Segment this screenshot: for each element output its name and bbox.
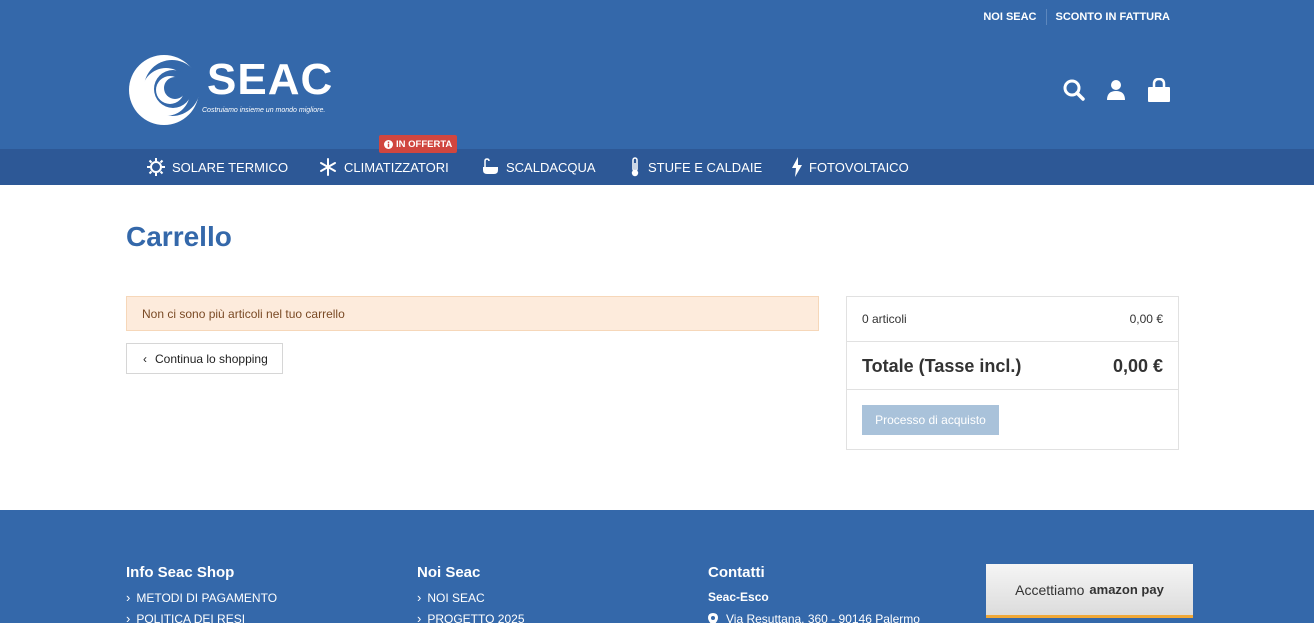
top-link-noi-seac[interactable]: NOI SEAC bbox=[974, 10, 1045, 24]
footer-link-resi[interactable]: POLITICA DEI RESI bbox=[126, 611, 277, 623]
nav-label: SOLARE TERMICO bbox=[172, 159, 289, 175]
empty-cart-alert: Non ci sono più articoli nel tuo carrell… bbox=[126, 296, 819, 331]
items-value: 0,00 € bbox=[1129, 312, 1163, 326]
page-title: Carrello bbox=[126, 221, 232, 252]
thermometer-icon bbox=[631, 157, 639, 177]
main-nav: SOLARE TERMICO CLIMATIZZATORI SCALDACQUA… bbox=[0, 149, 1314, 185]
cart-summary: 0 articoli 0,00 € Totale (Tasse incl.) 0… bbox=[846, 296, 1179, 450]
footer-col-info: Info Seac Shop METODI DI PAGAMENTO POLIT… bbox=[126, 564, 277, 623]
amazon-text: Accettiamo bbox=[1015, 581, 1085, 598]
sun-icon bbox=[147, 158, 165, 176]
nav-item-stufe-caldaie[interactable]: STUFE E CALDAIE bbox=[629, 149, 762, 185]
badge-label: IN OFFERTA bbox=[396, 138, 453, 150]
chevron-left-icon: ‹ bbox=[143, 351, 147, 366]
offer-badge: IN OFFERTA bbox=[379, 135, 458, 153]
site-footer: Info Seac Shop METODI DI PAGAMENTO POLIT… bbox=[0, 510, 1314, 623]
checkout-button[interactable]: Processo di acquisto bbox=[862, 405, 999, 435]
bathtub-icon bbox=[483, 158, 498, 174]
items-row: 0 articoli 0,00 € bbox=[847, 297, 1178, 342]
nav-item-solare-termico[interactable]: SOLARE TERMICO bbox=[147, 149, 288, 185]
address: Via Resuttana, 360 - 90146 Palermo bbox=[708, 612, 920, 623]
top-links: NOI SEAC SCONTO IN FATTURA bbox=[974, 9, 1179, 25]
footer-link-noi-seac[interactable]: NOI SEAC bbox=[417, 590, 525, 605]
logo-swirl-icon bbox=[129, 55, 200, 125]
footer-col-contatti: Contatti Seac-Esco Via Resuttana, 360 - … bbox=[708, 564, 920, 623]
address-text: Via Resuttana, 360 - 90146 Palermo bbox=[726, 612, 920, 623]
user-icon[interactable] bbox=[1104, 78, 1128, 102]
nav-label: FOTOVOLTAICO bbox=[809, 159, 909, 175]
top-link-sconto[interactable]: SCONTO IN FATTURA bbox=[1047, 10, 1179, 24]
nav-label: SCALDACQUA bbox=[506, 159, 596, 175]
items-count: 0 articoli bbox=[862, 312, 907, 326]
shopping-bag-icon[interactable] bbox=[1146, 77, 1170, 102]
footer-col-title: Noi Seac bbox=[417, 564, 481, 581]
amazon-pay-logo: amazon pay bbox=[1089, 582, 1164, 597]
footer-col-title: Info Seac Shop bbox=[126, 564, 235, 581]
logo-text: SEAC bbox=[207, 55, 334, 104]
snowflake-icon bbox=[320, 158, 336, 176]
site-header: NOI SEAC SCONTO IN FATTURA SEAC Costruia… bbox=[0, 0, 1314, 149]
nav-item-fotovoltaico[interactable]: FOTOVOLTAICO bbox=[792, 149, 909, 185]
footer-link-progetto[interactable]: PROGETTO 2025 bbox=[417, 611, 524, 623]
seac-logo[interactable]: SEAC Costruiamo insieme un mondo miglior… bbox=[128, 52, 340, 128]
continue-label: Continua lo shopping bbox=[155, 351, 268, 366]
company-name: Seac-Esco bbox=[708, 590, 769, 604]
nav-item-climatizzatori[interactable]: CLIMATIZZATORI bbox=[319, 149, 449, 185]
info-icon bbox=[384, 139, 393, 149]
total-row: Totale (Tasse incl.) 0,00 € bbox=[847, 343, 1178, 390]
lightning-icon bbox=[792, 157, 802, 177]
nav-label: STUFE E CALDAIE bbox=[648, 159, 763, 175]
logo-tagline: Costruiamo insieme un mondo migliore. bbox=[202, 107, 326, 114]
continue-shopping-button[interactable]: ‹ Continua lo shopping bbox=[126, 343, 283, 374]
nav-item-scaldacqua[interactable]: SCALDACQUA bbox=[481, 149, 596, 185]
header-actions bbox=[1062, 77, 1170, 102]
map-pin-icon bbox=[708, 612, 718, 623]
total-value: 0,00 € bbox=[1112, 355, 1163, 376]
total-label: Totale (Tasse incl.) bbox=[862, 355, 1022, 376]
amazon-pay-banner: Accettiamo amazon pay bbox=[986, 564, 1193, 618]
footer-link-metodi[interactable]: METODI DI PAGAMENTO bbox=[126, 590, 277, 605]
footer-col-noi-seac: Noi Seac NOI SEAC PROGETTO 2025 bbox=[417, 564, 525, 623]
search-icon[interactable] bbox=[1062, 78, 1086, 102]
nav-label: CLIMATIZZATORI bbox=[344, 159, 449, 175]
footer-col-title: Contatti bbox=[708, 564, 765, 581]
